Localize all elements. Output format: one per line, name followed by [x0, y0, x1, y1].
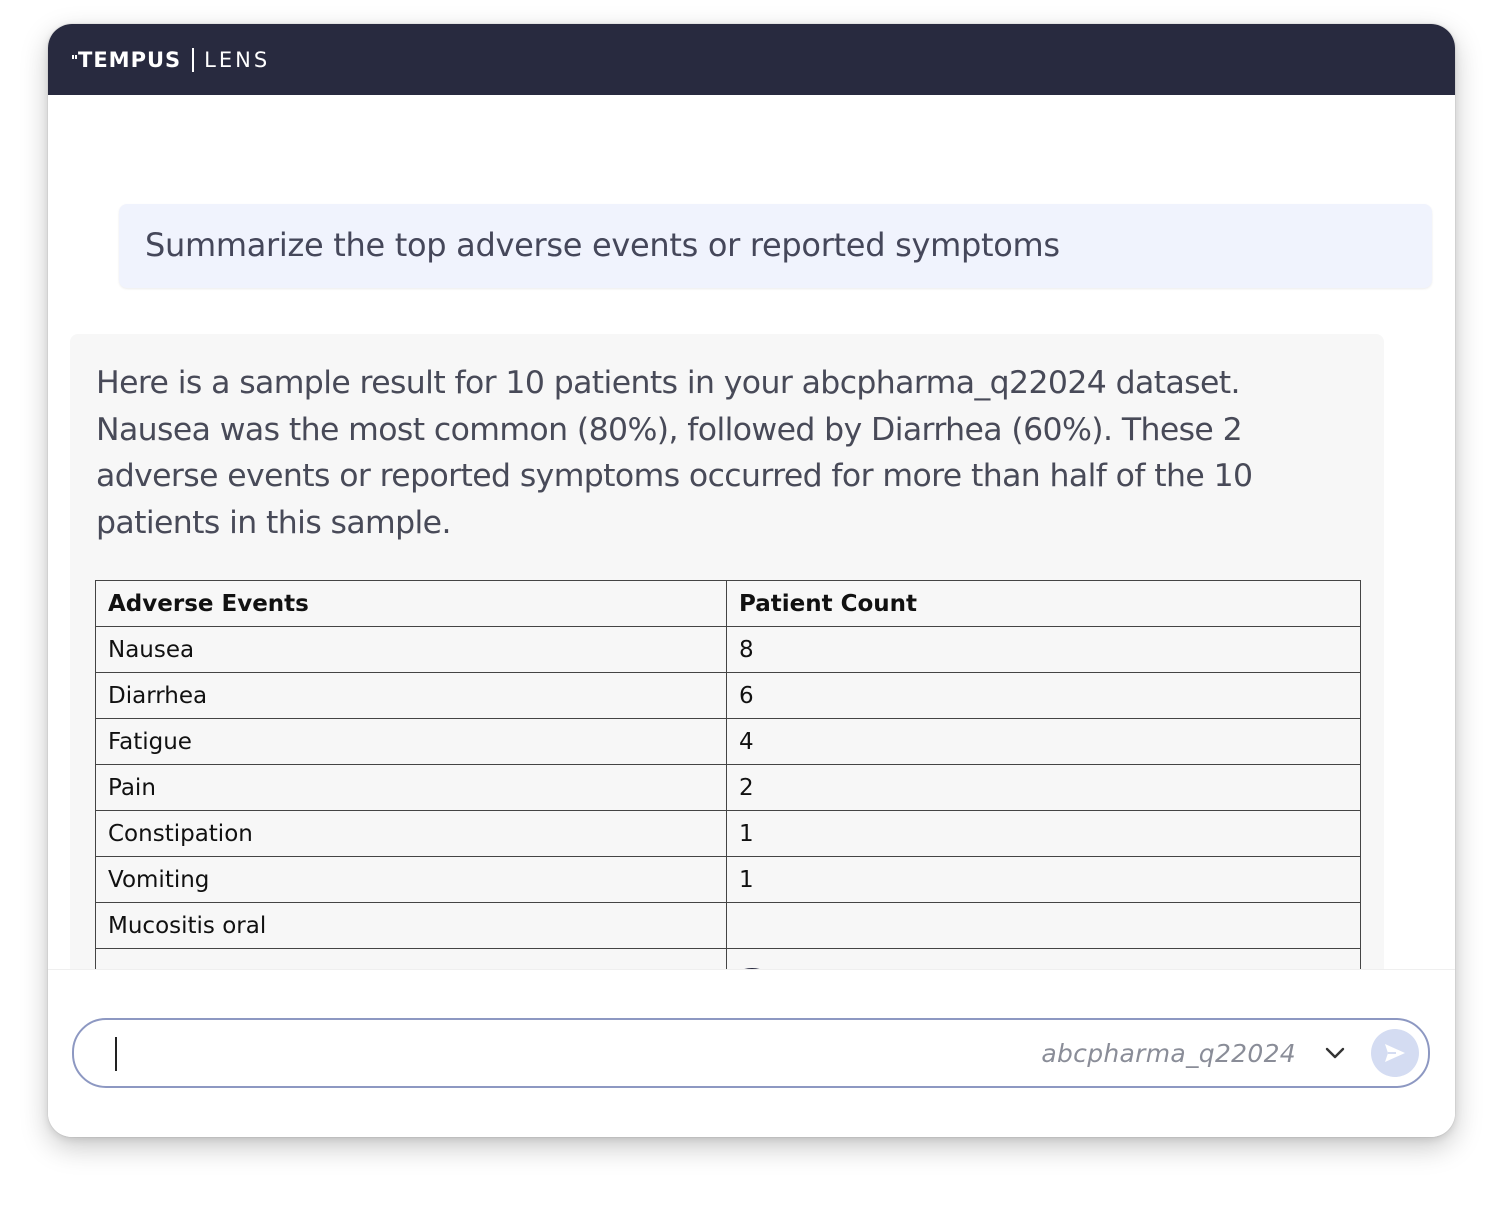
tempus-lens-logo: TEMPUS LENS: [72, 46, 270, 74]
app-window: TEMPUS LENS Summarize the top adverse ev…: [48, 24, 1455, 1137]
adverse-events-table: Adverse Events Patient Count Nausea 8 Di…: [95, 580, 1361, 969]
patient-count-cell: 4: [726, 718, 1361, 765]
assistant-message-text: Here is a sample result for 10 patients …: [96, 365, 1253, 541]
patient-count-cell: 6: [726, 672, 1361, 719]
column-header-adverse-events: Adverse Events: [95, 580, 727, 627]
patient-count-cell: 2: [726, 764, 1361, 811]
table-row: [95, 948, 1361, 969]
message-composer[interactable]: abcpharma_q22024: [72, 1018, 1430, 1088]
patient-count-cell: [726, 902, 1361, 949]
table-row: Fatigue 4: [95, 718, 1361, 765]
table-row: Mucositis oral: [95, 902, 1361, 949]
chat-scroll-area[interactable]: Summarize the top adverse events or repo…: [48, 95, 1455, 969]
column-header-patient-count: Patient Count: [726, 580, 1361, 627]
patient-count-cell: [726, 948, 1361, 969]
adverse-event-cell: [95, 948, 727, 969]
assistant-message-bubble: Here is a sample result for 10 patients …: [70, 334, 1384, 969]
send-icon: [1385, 1044, 1405, 1062]
dataset-selector[interactable]: abcpharma_q22024: [1041, 1035, 1346, 1071]
table-row: Constipation 1: [95, 810, 1361, 857]
adverse-event-cell: Pain: [95, 764, 727, 811]
chevron-down-icon: [1325, 1047, 1345, 1059]
app-header: TEMPUS LENS: [48, 24, 1455, 95]
user-message-bubble: Summarize the top adverse events or repo…: [119, 204, 1432, 288]
logo-tick-mark: [72, 52, 78, 68]
logo-divider: [192, 48, 195, 72]
adverse-event-cell: Vomiting: [95, 856, 727, 903]
table-row: Nausea 8: [95, 626, 1361, 673]
text-caret: [115, 1037, 117, 1071]
adverse-event-cell: Fatigue: [95, 718, 727, 765]
adverse-event-cell: Nausea: [95, 626, 727, 673]
send-button[interactable]: [1371, 1029, 1419, 1077]
table-row: Pain 2: [95, 764, 1361, 811]
patient-count-cell: 8: [726, 626, 1361, 673]
patient-count-cell: 1: [726, 856, 1361, 903]
table-row: Diarrhea 6: [95, 672, 1361, 719]
adverse-event-cell: Constipation: [95, 810, 727, 857]
logo-product: LENS: [204, 48, 271, 72]
logo-brand: TEMPUS: [78, 48, 182, 72]
user-message-text: Summarize the top adverse events or repo…: [145, 226, 1060, 264]
patient-count-cell: 1: [726, 810, 1361, 857]
adverse-event-cell: Mucositis oral: [95, 902, 727, 949]
dataset-selected-value: abcpharma_q22024: [1041, 1038, 1296, 1068]
composer-area: abcpharma_q22024: [48, 969, 1455, 1137]
table-header-row: Adverse Events Patient Count: [95, 580, 1361, 627]
adverse-event-cell: Diarrhea: [95, 672, 727, 719]
message-input[interactable]: [122, 1030, 1026, 1078]
table-row: Vomiting 1: [95, 856, 1361, 903]
